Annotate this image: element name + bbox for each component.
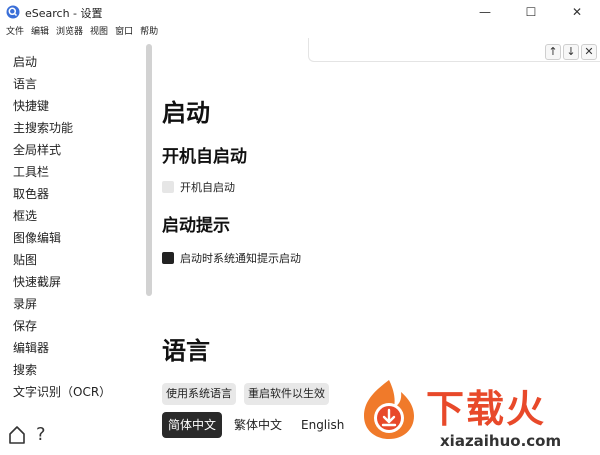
sidebar-item-image-edit[interactable]: 图像编辑: [13, 229, 61, 246]
minimize-button[interactable]: —: [462, 0, 508, 24]
maximize-button[interactable]: ☐: [508, 0, 554, 24]
sidebar-item-global-style[interactable]: 全局样式: [13, 141, 61, 158]
sidebar-item-toolbar[interactable]: 工具栏: [13, 163, 49, 180]
help-icon[interactable]: ?: [36, 424, 46, 445]
autostart-label: 开机自启动: [180, 181, 235, 194]
close-button[interactable]: ✕: [554, 0, 600, 24]
window-title: eSearch - 设置: [25, 7, 103, 20]
sidebar-item-main-search[interactable]: 主搜索功能: [13, 119, 73, 136]
menu-browser[interactable]: 浏览器: [53, 24, 86, 40]
language-option-english[interactable]: English: [295, 412, 350, 438]
sidebar-item-pin[interactable]: 贴图: [13, 251, 37, 268]
startup-hint-label: 启动时系统通知提示启动: [180, 252, 301, 265]
menu-view[interactable]: 视图: [87, 24, 111, 40]
menu-bar: 文件 编辑 浏览器 视图 窗口 帮助: [0, 24, 162, 40]
sidebar-item-search[interactable]: 搜索: [13, 361, 37, 378]
find-previous-button[interactable]: ↑: [545, 44, 561, 60]
find-close-button[interactable]: ✕: [581, 44, 597, 60]
sidebar-item-shortcuts[interactable]: 快捷键: [13, 97, 49, 114]
autostart-checkbox[interactable]: [162, 181, 174, 193]
title-bar: eSearch - 设置 — ☐ ✕: [0, 0, 600, 24]
autostart-option[interactable]: 开机自启动: [162, 179, 235, 195]
section-title-language: 语言: [162, 337, 210, 365]
menu-help[interactable]: 帮助: [137, 24, 161, 40]
home-icon[interactable]: [8, 425, 26, 445]
sidebar-item-quick-screenshot[interactable]: 快速截屏: [13, 273, 61, 290]
sidebar-scrollbar[interactable]: [146, 44, 152, 296]
sidebar-item-language[interactable]: 语言: [13, 75, 37, 92]
watermark-url: xiazaihuo.com: [440, 432, 562, 450]
startup-hint-checkbox[interactable]: [162, 252, 174, 264]
restart-to-apply-button[interactable]: 重启软件以生效: [244, 383, 329, 405]
sidebar-item-selection[interactable]: 框选: [13, 207, 37, 224]
sidebar-item-startup[interactable]: 启动: [13, 53, 37, 70]
heading-startup-hint: 启动提示: [162, 216, 230, 236]
watermark-title: 下载火: [426, 387, 547, 431]
sidebar-item-screen-record[interactable]: 录屏: [13, 295, 37, 312]
language-option-simplified-chinese[interactable]: 简体中文: [162, 412, 223, 438]
heading-autostart: 开机自启动: [162, 147, 247, 167]
sidebar-item-editor[interactable]: 编辑器: [13, 339, 49, 356]
use-system-language-button[interactable]: 使用系统语言: [162, 383, 236, 405]
app-logo-icon: [6, 5, 20, 19]
sidebar-item-save[interactable]: 保存: [13, 317, 37, 334]
sidebar-item-color-picker[interactable]: 取色器: [13, 185, 49, 202]
find-next-button[interactable]: ↓: [563, 44, 579, 60]
section-title-startup: 启动: [162, 99, 210, 127]
sidebar-item-ocr[interactable]: 文字识别（OCR）: [13, 383, 111, 400]
sidebar-nav: 启动 语言 快捷键 主搜索功能 全局样式 工具栏 取色器 框选 图像编辑 贴图 …: [0, 48, 150, 400]
menu-file[interactable]: 文件: [0, 24, 27, 40]
menu-edit[interactable]: 编辑: [28, 24, 52, 40]
startup-hint-option[interactable]: 启动时系统通知提示启动: [162, 250, 301, 266]
watermark-flame-logo: [364, 380, 414, 439]
menu-window[interactable]: 窗口: [112, 24, 136, 40]
sidebar-bottom-actions: ?: [8, 424, 46, 445]
language-option-traditional-chinese[interactable]: 繁体中文: [228, 412, 288, 438]
